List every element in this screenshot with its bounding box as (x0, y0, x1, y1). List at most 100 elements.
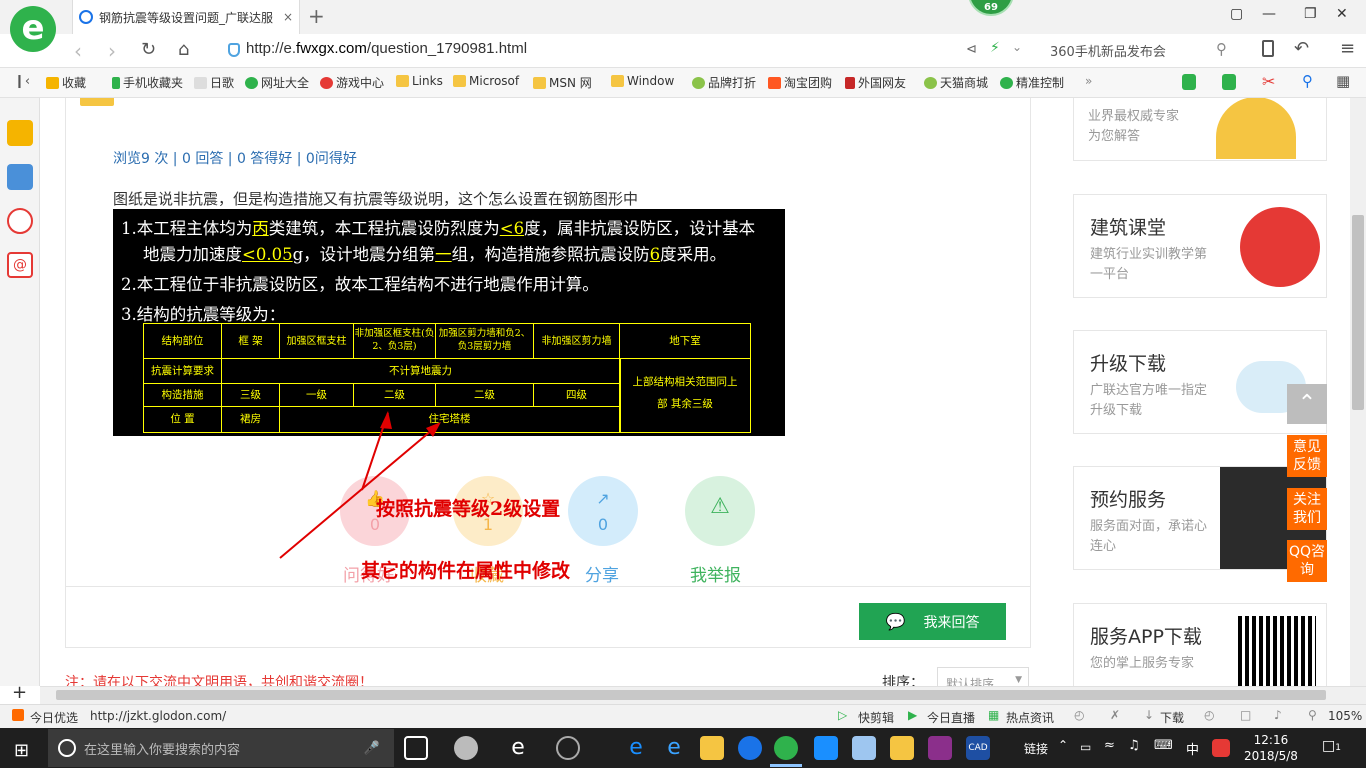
add-sidebar-icon[interactable]: + (12, 682, 27, 703)
windows-start-icon[interactable]: ⊞ (14, 740, 29, 761)
collapse-sidebar-icon[interactable]: ❙‹ (14, 74, 30, 89)
favorites-icon[interactable] (7, 120, 33, 146)
mail-icon[interactable]: @ (7, 252, 33, 278)
wifi-icon[interactable]: ≈ (1104, 738, 1115, 753)
tools-icon[interactable]: ✗ (1110, 708, 1120, 722)
status-item-download[interactable]: 下载 (1160, 709, 1184, 726)
lightning-icon[interactable]: ⚡ (990, 40, 1000, 56)
refresh-icon[interactable]: ↻ (141, 39, 156, 60)
cad-icon[interactable]: CAD (966, 736, 990, 760)
horizontal-scroll-thumb[interactable] (56, 690, 1326, 700)
translate-icon[interactable] (1222, 74, 1236, 90)
url-field[interactable]: http://e.fwxgx.com/question_1790981.html (246, 40, 527, 57)
app-pinwheel-icon[interactable] (454, 736, 478, 760)
clean-icon[interactable]: ◴ (1204, 708, 1214, 722)
bookmark-5[interactable]: Links (396, 74, 443, 88)
maximize-icon[interactable]: ❐ (1304, 6, 1317, 22)
bookmark-12[interactable]: 天猫商城 (924, 74, 988, 91)
link-toolbar[interactable]: 链接 (1024, 740, 1048, 757)
shield-green-icon[interactable] (1182, 74, 1196, 90)
vertical-scroll-thumb[interactable] (1352, 215, 1364, 410)
bookmark-6[interactable]: Microsof (453, 74, 519, 88)
app-network-icon[interactable] (814, 736, 838, 760)
sort-select[interactable]: 默认排序 ▼ (937, 667, 1029, 686)
close-window-icon[interactable]: ✕ (1336, 6, 1348, 22)
tray-chevron-icon[interactable]: ⌃ (1058, 738, 1068, 752)
back-to-top-icon[interactable]: ⌃ (1287, 384, 1327, 424)
bookmark-9[interactable]: 品牌打折 (692, 74, 756, 91)
share-icon[interactable]: ⊲ (966, 42, 977, 57)
bookmark-13[interactable]: 精准控制 (1000, 74, 1064, 91)
app-swirl-icon[interactable] (556, 736, 580, 760)
status-item-live[interactable]: 今日直播 (927, 709, 975, 726)
notes-icon[interactable] (7, 164, 33, 190)
tab-active[interactable]: 钢筋抗震等级设置问题_广联达服 × (72, 0, 300, 34)
shirt-icon[interactable]: ▢ (1230, 6, 1243, 22)
edge-icon[interactable]: e (624, 736, 648, 760)
weibo-icon[interactable] (7, 208, 33, 234)
folder-icon (453, 75, 466, 87)
minimize-icon[interactable]: — (1262, 6, 1276, 22)
chevron-down-icon[interactable]: ⌄ (1012, 40, 1022, 54)
clip-icon: ▷ (838, 708, 848, 722)
sogou-icon[interactable] (1212, 739, 1230, 757)
more-bookmarks-icon[interactable]: » (1085, 74, 1092, 88)
bookmark-2[interactable]: 日歌 (194, 74, 234, 91)
window-icon[interactable]: □ (1240, 708, 1251, 722)
menu-icon[interactable]: ≡ (1340, 38, 1355, 59)
expert-card[interactable]: 业界最权威专家 为您解答 (1073, 98, 1327, 161)
browser-360-icon[interactable] (774, 736, 798, 760)
bookmark-10[interactable]: 淘宝团购 (768, 74, 832, 91)
home-icon[interactable]: ⌂ (178, 39, 189, 60)
keyboard-icon[interactable]: ⌨ (1154, 738, 1173, 753)
bookmark-3[interactable]: 网址大全 (245, 74, 309, 91)
task-view-icon[interactable] (404, 736, 428, 760)
tab-close-icon[interactable]: × (283, 10, 293, 24)
ime-indicator[interactable]: 中 (1186, 739, 1199, 758)
undo-icon[interactable]: ↶ (1294, 38, 1309, 59)
status-item-news[interactable]: 热点资讯 (1006, 709, 1054, 726)
answer-button[interactable]: 💬 我来回答 (859, 603, 1006, 640)
forward-icon[interactable]: › (108, 39, 116, 63)
follow-button[interactable]: 关注我们 (1287, 488, 1327, 530)
speed-icon[interactable]: ◴ (1074, 708, 1084, 722)
phone-icon[interactable] (1262, 40, 1274, 57)
qq-consult-button[interactable]: QQ咨询 (1287, 540, 1327, 582)
notification-icon[interactable]: □1 (1322, 738, 1341, 754)
grid-icon[interactable]: ▦ (1336, 72, 1350, 90)
browser-logo-icon[interactable]: e (10, 6, 56, 52)
bookmark-11[interactable]: 外国网友 (845, 74, 906, 91)
search-icon[interactable]: ⚲ (1216, 40, 1227, 58)
news-ticker[interactable]: 360手机新品发布会 (1050, 41, 1166, 60)
magnifier-icon[interactable]: ⚲ (1302, 72, 1313, 90)
bookmark-7[interactable]: MSN 网 (533, 74, 592, 91)
app-g-icon[interactable] (738, 736, 762, 760)
winrar-icon[interactable] (928, 736, 952, 760)
app-photo-icon[interactable] (852, 736, 876, 760)
bookmark-8[interactable]: Window (611, 74, 674, 88)
battery-icon[interactable]: ▭ (1080, 740, 1091, 754)
card-app-download[interactable]: 服务APP下载 您的掌上服务专家 (1073, 603, 1327, 686)
bookmark-0[interactable]: 收藏 (46, 74, 86, 91)
ie-icon[interactable]: e (662, 736, 686, 760)
taskbar-search[interactable]: 在这里输入你要搜索的内容 🎤 (48, 729, 394, 767)
clock[interactable]: 12:16 2018/5/8 (1244, 732, 1298, 764)
card-classroom[interactable]: 建筑课堂 建筑行业实训教学第一平台 (1073, 194, 1327, 298)
zoom-level[interactable]: 105% (1328, 709, 1362, 723)
scissors-icon[interactable]: ✂ (1262, 72, 1275, 91)
ie-old-icon[interactable]: e (506, 736, 530, 760)
app-notes-icon[interactable] (890, 736, 914, 760)
bookmark-1[interactable]: 手机收藏夹 (112, 74, 183, 91)
today-pick[interactable]: 今日优选 (30, 709, 78, 726)
speaker-icon[interactable]: ♫ (1128, 738, 1140, 753)
security-shield-icon[interactable] (228, 43, 240, 57)
status-item-clip[interactable]: 快剪辑 (858, 709, 894, 726)
new-tab-button[interactable]: + (308, 4, 325, 28)
taobao-icon (768, 76, 781, 89)
back-icon[interactable]: ‹ (74, 39, 82, 63)
feedback-button[interactable]: 意见反馈 (1287, 435, 1327, 477)
bookmark-4[interactable]: 游戏中心 (320, 74, 384, 91)
volume-icon[interactable]: ♪ (1274, 708, 1282, 722)
notice-text: 注：请在以下交流中文明用语，共创和谐交流圈！ (65, 675, 373, 686)
file-explorer-icon[interactable] (700, 736, 724, 760)
